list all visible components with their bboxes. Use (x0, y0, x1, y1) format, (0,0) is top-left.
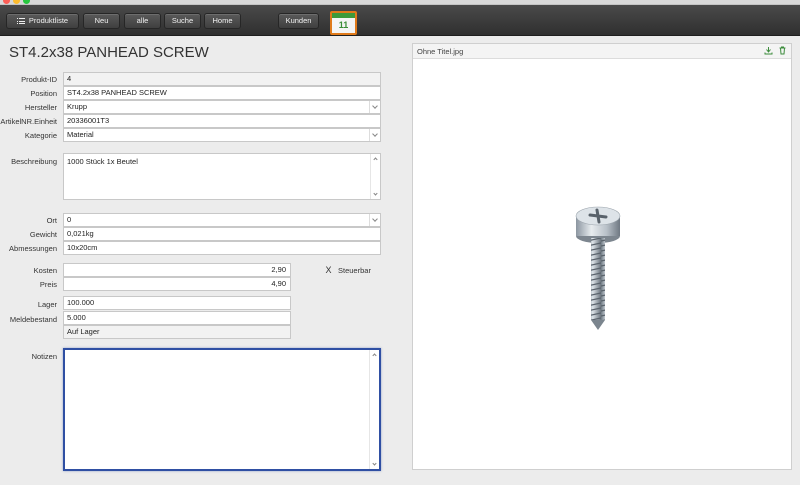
kategorie-label: Kategorie (24, 131, 57, 140)
lager-label: Lager (37, 300, 57, 309)
beschreibung-scrollbar[interactable] (370, 154, 380, 199)
page-title: ST4.2x38 PANHEAD SCREW (9, 44, 209, 61)
hersteller-value: Krupp (67, 102, 88, 111)
preis-field[interactable]: 4,90 (63, 277, 291, 291)
chevron-down-icon[interactable] (369, 129, 380, 141)
scroll-up-icon (372, 353, 377, 358)
abmessungen-field[interactable]: 10x20cm (63, 241, 381, 255)
neu-label: Neu (94, 16, 109, 25)
kosten-label: Kosten (33, 266, 57, 275)
calendar-icon[interactable]: 11 (330, 11, 357, 35)
beschreibung-textarea[interactable]: 1000 Stück 1x Beutel (63, 153, 381, 200)
ort-value: 0 (67, 215, 72, 224)
stock-status: Auf Lager (63, 325, 291, 339)
produktliste-label: Produktliste (28, 16, 69, 25)
beschreibung-label: Beschreibung (11, 157, 57, 166)
meldebestand-field[interactable]: 5.000 (63, 311, 291, 325)
screw-image (575, 206, 621, 330)
produktliste-button[interactable]: Produktliste (6, 13, 79, 29)
hersteller-select[interactable]: Krupp (63, 100, 381, 114)
image-container[interactable]: Ohne Titel.jpg (412, 43, 792, 470)
meldebestand-label: Meldebestand (9, 315, 57, 324)
ort-label: Ort (46, 216, 57, 225)
alle-button[interactable]: alle (124, 13, 161, 29)
alle-label: alle (136, 16, 149, 25)
position-label: Position (30, 89, 57, 98)
chevron-down-icon[interactable] (369, 101, 380, 113)
kategorie-value: Material (67, 130, 94, 139)
home-label: Home (212, 16, 233, 25)
gewicht-label: Gewicht (29, 230, 57, 239)
notizen-scrollbar[interactable] (369, 350, 379, 469)
steuerbar-label: Steuerbar (338, 266, 371, 275)
scroll-down-icon (373, 191, 378, 196)
produkt-id-label: Produkt-ID (21, 75, 57, 84)
close-window-button[interactable] (3, 0, 10, 4)
home-button[interactable]: Home (204, 13, 241, 29)
list-icon (16, 18, 25, 24)
notizen-textarea[interactable] (63, 348, 381, 471)
kunden-label: Kunden (285, 16, 312, 25)
gewicht-field[interactable]: 0,021kg (63, 227, 381, 241)
kunden-button[interactable]: Kunden (278, 13, 319, 29)
abmessungen-label: Abmessungen (9, 244, 57, 253)
artikelnr-label: ArtikelNR.Einheit (0, 117, 57, 126)
kategorie-select[interactable]: Material (63, 128, 381, 142)
produkt-id-field[interactable]: 4 (63, 72, 381, 86)
ort-select[interactable]: 0 (63, 213, 381, 227)
suche-button[interactable]: Suche (164, 13, 201, 29)
lager-field[interactable]: 100.000 (63, 296, 291, 310)
chevron-down-icon[interactable] (369, 214, 380, 226)
hersteller-label: Hersteller (24, 103, 57, 112)
notizen-label: Notizen (31, 352, 57, 361)
steuerbar-checkbox[interactable]: X (324, 266, 333, 275)
beschreibung-value: 1000 Stück 1x Beutel (67, 157, 138, 166)
kosten-field[interactable]: 2,90 (63, 263, 291, 277)
zoom-window-button[interactable] (23, 0, 30, 4)
minimize-window-button[interactable] (13, 0, 20, 4)
artikelnr-field[interactable]: 20336001T3 (63, 114, 381, 128)
image-filename: Ohne Titel.jpg (417, 47, 464, 56)
toolbar: Produktliste Neu alle Suche Home Kunden … (0, 5, 800, 36)
image-header: Ohne Titel.jpg (413, 44, 791, 59)
scroll-up-icon (373, 157, 378, 162)
preis-label: Preis (39, 280, 57, 289)
export-icon[interactable] (763, 46, 773, 56)
neu-button[interactable]: Neu (83, 13, 120, 29)
calendar-day: 11 (338, 20, 349, 30)
suche-label: Suche (171, 16, 194, 25)
position-field[interactable]: ST4.2x38 PANHEAD SCREW (63, 86, 381, 100)
trash-icon[interactable] (777, 46, 787, 56)
scroll-down-icon (372, 461, 377, 466)
